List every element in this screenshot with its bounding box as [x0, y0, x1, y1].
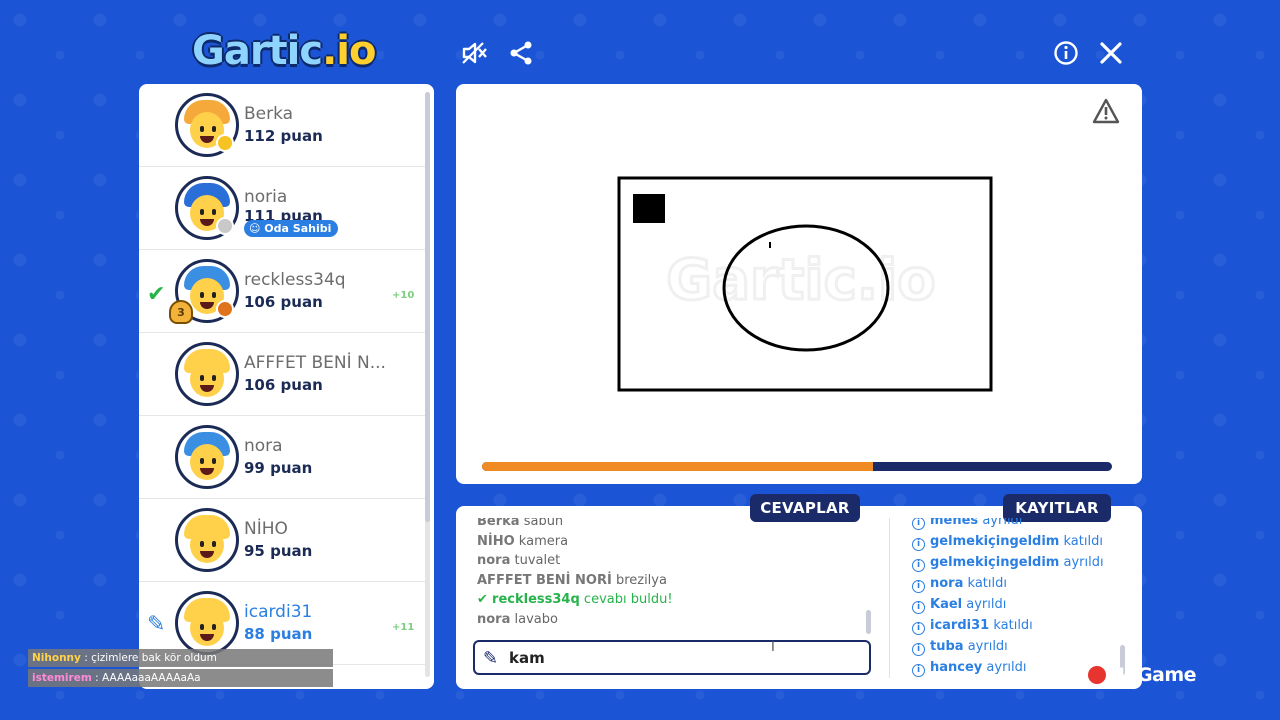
room-owner-badge: ☺ Oda Sahibi: [244, 220, 339, 237]
player-avatar: [175, 508, 239, 572]
pencil-icon: ✎: [483, 648, 499, 669]
player-row[interactable]: ✔ 3 reckless34q 106 puan +10: [139, 250, 427, 333]
answer-row: Berka sabun: [477, 518, 564, 529]
trophy-icon: 3: [169, 300, 193, 324]
info-icon: i: [912, 664, 925, 677]
log-row: i tuba ayrıldı: [912, 636, 1117, 657]
nogame-watermark: NoGame: [1088, 664, 1197, 686]
answer-row: nora lavabo: [477, 611, 558, 627]
player-name: nora: [244, 436, 283, 456]
answer-input[interactable]: [509, 647, 859, 669]
player-score: 106 puan: [244, 376, 323, 394]
player-status-dot: [216, 300, 234, 318]
player-name: NİHO: [244, 519, 288, 539]
player-score: 106 puan: [244, 293, 323, 311]
answers-scrollbar[interactable]: [866, 610, 871, 634]
player-name: reckless34q: [244, 270, 346, 290]
logs-list: i menes ayrıldı i gelmekiçingeldim katıldı i…: [912, 518, 1117, 688]
player-score: 95 puan: [244, 542, 313, 560]
drawing-canvas[interactable]: Gartic.io: [456, 84, 1142, 454]
player-row[interactable]: NİHO 95 puan: [139, 499, 427, 582]
info-icon: i: [912, 601, 925, 614]
log-row: i Kael ayrıldı: [912, 594, 1117, 615]
players-panel: Berka 112 puan noria 111 puan ☺ Oda Sahibi …: [139, 84, 434, 689]
player-name: Berka: [244, 104, 294, 124]
round-timer-bar: [482, 462, 1112, 471]
players-scrollbar[interactable]: [425, 92, 430, 677]
close-icon[interactable]: [1096, 38, 1126, 68]
player-row[interactable]: AFFFET BENİ N... 106 puan: [139, 333, 427, 416]
info-icon: i: [912, 538, 925, 551]
player-avatar: [175, 425, 239, 489]
drawn-dot: [769, 242, 771, 248]
player-avatar: [175, 342, 239, 406]
info-icon: i: [912, 622, 925, 635]
overlay-chat-line: istemirem : AAAAaaaAAAAaAa: [28, 669, 333, 687]
mute-icon[interactable]: [460, 38, 490, 68]
player-bonus: +10: [392, 290, 415, 301]
player-score: 99 puan: [244, 459, 313, 477]
player-row[interactable]: Berka 112 puan: [139, 84, 427, 167]
player-name: AFFFET BENİ N...: [244, 353, 386, 373]
canvas-watermark-logo: Gartic.io: [666, 248, 935, 313]
player-score: 88 puan: [244, 625, 313, 643]
text-cursor-icon: I: [771, 640, 775, 655]
player-status-dot: [216, 134, 234, 152]
info-icon: i: [912, 559, 925, 572]
drawing-canvas-panel: Gartic.io: [456, 84, 1142, 484]
log-row: i icardi31 katıldı: [912, 615, 1117, 636]
log-row: i hancey ayrıldı: [912, 657, 1117, 678]
player-bonus: +11: [392, 622, 415, 633]
chat-divider: [889, 518, 890, 678]
correct-check-icon: ✔: [477, 592, 488, 608]
answer-row: AFFFET BENİ NORİ brezilya: [477, 572, 667, 588]
player-score: 112 puan: [244, 127, 323, 145]
answer-row: nora tuvalet: [477, 553, 561, 569]
info-icon[interactable]: [1051, 38, 1081, 68]
info-icon: i: [912, 643, 925, 656]
player-name: noria: [244, 187, 288, 207]
player-name: icardi31: [244, 602, 313, 622]
share-icon[interactable]: [506, 38, 536, 68]
info-icon: i: [912, 518, 925, 530]
log-row: i gelmekiçingeldim ayrıldı: [912, 552, 1117, 573]
nogame-logo-icon: [1088, 666, 1106, 684]
log-row: i menes ayrıldı: [912, 518, 1117, 531]
drawn-square: [633, 194, 665, 223]
gartic-logo: Gartic.io: [192, 28, 376, 74]
answer-row: NİHO kamera: [477, 533, 569, 549]
guessed-check-icon: ✔: [147, 282, 166, 307]
player-row[interactable]: noria 111 puan ☺ Oda Sahibi: [139, 167, 427, 250]
log-row: i nora katıldı: [912, 573, 1117, 594]
log-row: i gelmekiçingeldim katıldı: [912, 531, 1117, 552]
player-row[interactable]: nora 99 puan: [139, 416, 427, 499]
answers-list: Berka sabun NİHO kamera nora tuvalet AFFFET…: [477, 518, 872, 634]
drawing-pencil-icon: ✎: [147, 612, 166, 637]
answer-input-box[interactable]: ✎: [473, 640, 871, 675]
player-avatar: [175, 591, 239, 655]
answer-row: ✔ reckless34q cevabı buldu!: [477, 592, 673, 608]
overlay-chat-line: Nihonny : çizimlere bak kör oldum: [28, 649, 333, 667]
info-icon: i: [912, 580, 925, 593]
player-status-dot: [216, 217, 234, 235]
